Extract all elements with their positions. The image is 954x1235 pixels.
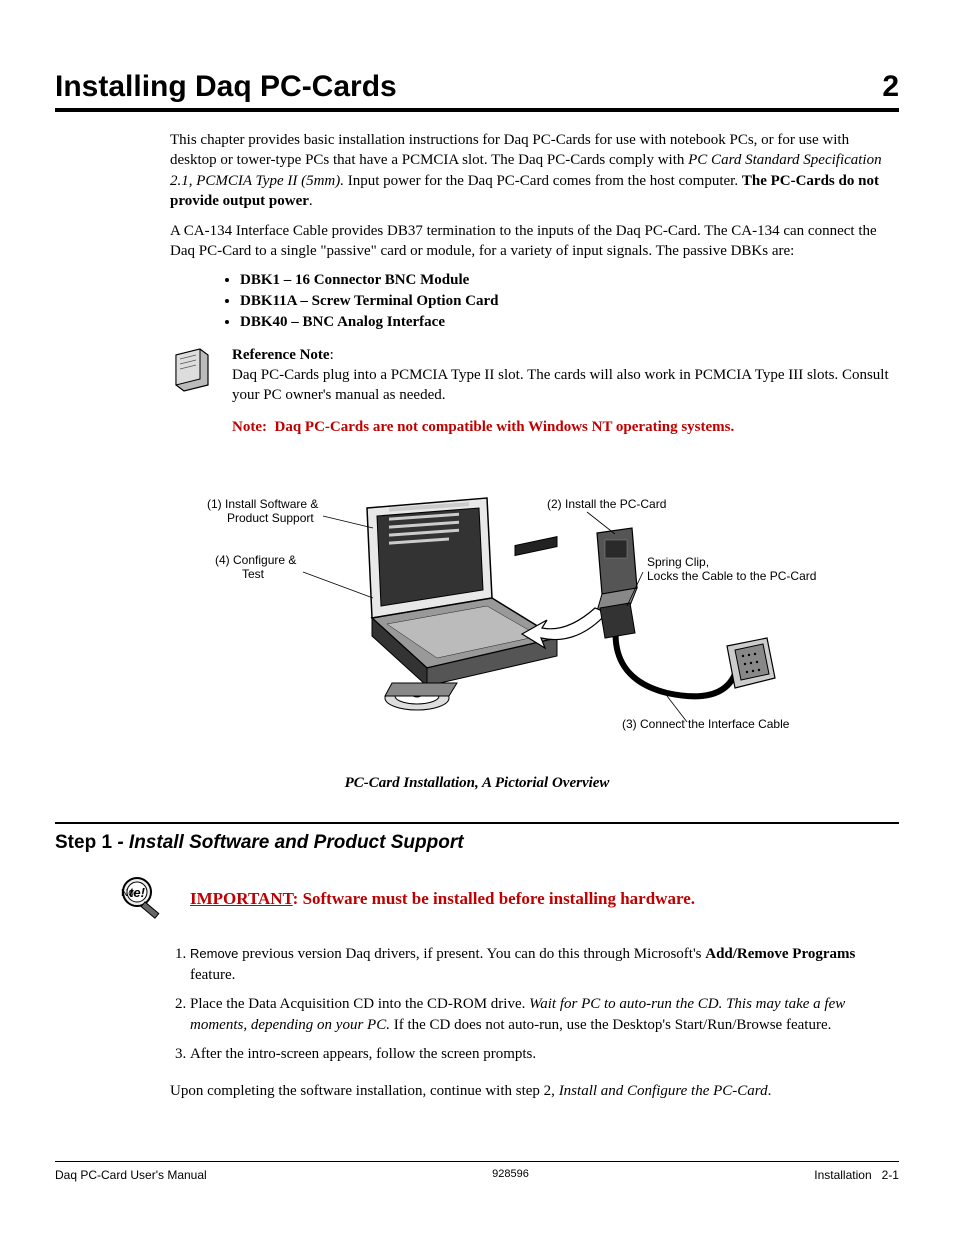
- text: previous version Daq drivers, if present…: [238, 946, 705, 962]
- callout-4b: Test: [242, 567, 265, 581]
- step-1-closing: Upon completing the software installatio…: [170, 1081, 889, 1101]
- dbk-list: DBK1 – 16 Connector BNC Module DBK11A – …: [240, 272, 889, 331]
- text: Place the Data Acquisition CD into the C…: [190, 996, 529, 1012]
- intro-paragraph-1: This chapter provides basic installation…: [170, 130, 889, 211]
- callout-3: (3) Connect the Interface Cable: [622, 717, 790, 731]
- text: Remove: [190, 946, 238, 961]
- chapter-header: Installing Daq PC-Cards 2: [55, 70, 899, 112]
- reference-note: Reference Note: Daq PC-Cards plug into a…: [170, 345, 889, 406]
- chapter-number: 2: [882, 70, 899, 104]
- section-rule: [55, 822, 899, 824]
- refnote-body: Daq PC-Cards plug into a PCMCIA Type II …: [232, 367, 889, 403]
- text-bold: Add/Remove Programs: [705, 946, 855, 962]
- text: Input power for the Daq PC-Card comes fr…: [344, 173, 742, 189]
- important-label: IMPORTANT: [190, 889, 293, 908]
- book-icon: [170, 345, 214, 395]
- important-note: te! No IMPORTANT: Software must be insta…: [115, 874, 899, 924]
- page-title: Installing Daq PC-Cards: [55, 70, 397, 104]
- install-steps: Remove previous version Daq drivers, if …: [190, 944, 889, 1065]
- svg-text:No: No: [121, 888, 134, 899]
- text: Upon completing the software installatio…: [170, 1083, 559, 1099]
- list-item: Place the Data Acquisition CD into the C…: [190, 994, 889, 1036]
- callout-1: (1) Install Software &: [207, 497, 318, 511]
- text: feature.: [190, 967, 235, 983]
- page-footer: Daq PC-Card User's Manual 928596 Install…: [55, 1161, 899, 1182]
- spring-clip-label-b: Locks the Cable to the PC-Card: [647, 569, 816, 583]
- text: If the CD does not auto-run, use the Des…: [390, 1017, 831, 1033]
- db37-connector-icon: [727, 638, 775, 688]
- footer-left: Daq PC-Card User's Manual: [55, 1168, 207, 1182]
- installation-diagram: (1) Install Software & Product Support (…: [127, 478, 827, 758]
- list-item: DBK1 – 16 Connector BNC Module: [240, 272, 889, 289]
- warning-text: Daq PC-Cards are not compatible with Win…: [275, 419, 735, 435]
- text-italic: Install and Configure the PC-Card: [559, 1083, 768, 1099]
- list-item: DBK11A – Screw Terminal Option Card: [240, 293, 889, 310]
- installation-figure: (1) Install Software & Product Support (…: [55, 478, 899, 792]
- warning-label: Note: [232, 419, 262, 435]
- arrow-icon: [522, 608, 607, 648]
- figure-caption: PC-Card Installation, A Pictorial Overvi…: [55, 775, 899, 792]
- reference-note-text: Reference Note: Daq PC-Cards plug into a…: [232, 345, 889, 406]
- list-item: After the intro-screen appears, follow t…: [190, 1044, 889, 1065]
- important-body: : Software must be installed before inst…: [293, 889, 695, 908]
- refnote-label: Reference Note: [232, 347, 330, 363]
- magnifier-note-icon: te! No: [115, 874, 170, 924]
- text: .: [768, 1083, 772, 1099]
- callout-1b: Product Support: [227, 511, 314, 525]
- important-text: IMPORTANT: Software must be installed be…: [190, 889, 695, 909]
- list-item: Remove previous version Daq drivers, if …: [190, 944, 889, 986]
- footer-page: 2-1: [882, 1168, 899, 1182]
- callout-4: (4) Configure &: [215, 553, 296, 567]
- footer-section: Installation: [814, 1168, 871, 1182]
- warning-note: Note: Daq PC-Cards are not compatible wi…: [232, 417, 889, 437]
- footer-center: 928596: [492, 1168, 529, 1182]
- cable-connector-icon: [600, 603, 635, 638]
- step-1-heading: Step 1 - Install Software and Product Su…: [55, 832, 899, 854]
- callout-2: (2) Install the PC-Card: [547, 497, 666, 511]
- footer-right: Installation 2-1: [814, 1168, 899, 1182]
- step-1-body: Remove previous version Daq drivers, if …: [170, 944, 889, 1101]
- text: .: [309, 193, 313, 209]
- step-title: - Install Software and Product Support: [117, 832, 463, 853]
- intro-block: This chapter provides basic installation…: [170, 130, 889, 438]
- step-number: Step 1: [55, 832, 117, 853]
- list-item: DBK40 – BNC Analog Interface: [240, 314, 889, 331]
- laptop-icon: [367, 498, 557, 710]
- spring-clip-label-a: Spring Clip,: [647, 555, 709, 569]
- intro-paragraph-2: A CA-134 Interface Cable provides DB37 t…: [170, 221, 889, 262]
